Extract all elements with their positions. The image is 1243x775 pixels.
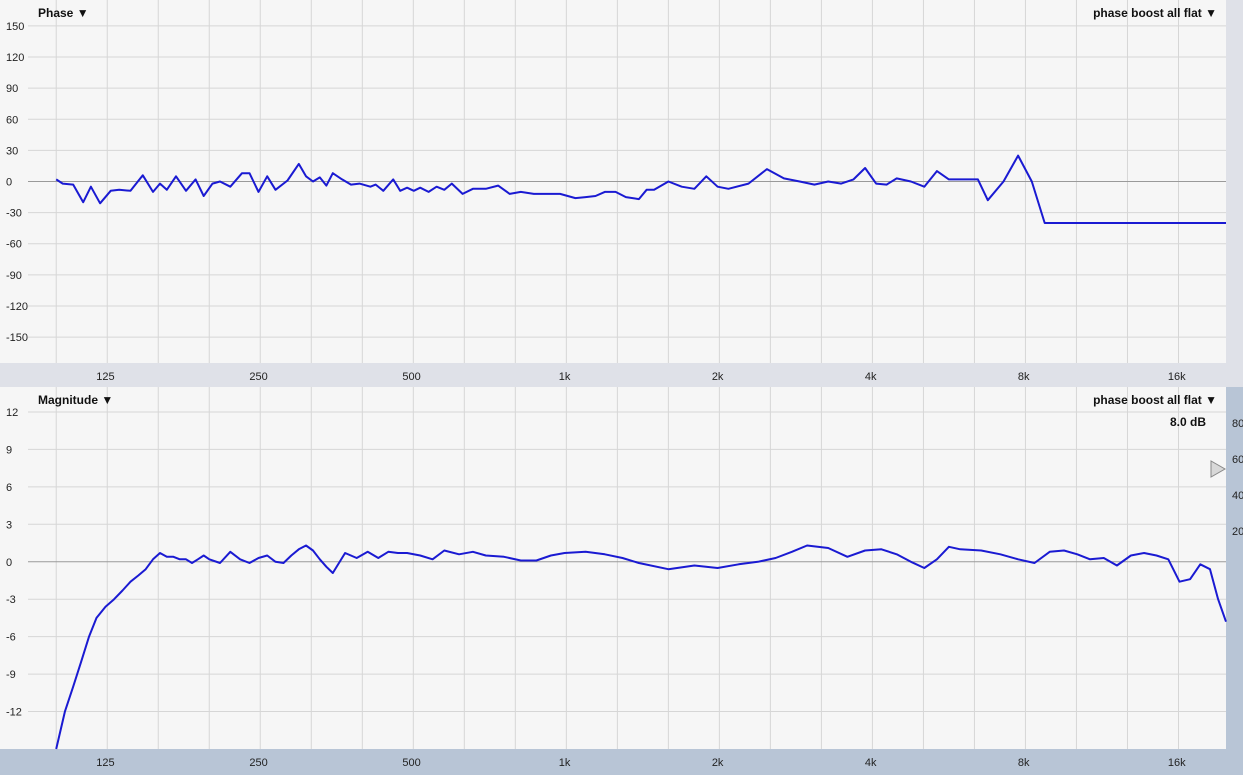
side-scale-label: 40	[1232, 490, 1243, 502]
phase-ytick-label: -150	[6, 332, 28, 344]
magnitude-xtick-label: 8k	[1018, 757, 1030, 769]
magnitude-plot-area	[28, 387, 1226, 749]
phase-ytick-label: 0	[6, 177, 12, 189]
phase-ytick-label: -30	[6, 208, 22, 220]
magnitude-ytick-label: 0	[6, 557, 12, 569]
magnitude-panel: 12 9 6 3 0 -3 -6 -9 -12 125 250 500 1k 2k 4k 8k 16k Magni…	[0, 387, 1243, 775]
magnitude-y-axis-strip	[0, 387, 28, 749]
side-scale-label: 60	[1232, 454, 1243, 466]
phase-ytick-label: 30	[6, 145, 18, 157]
magnitude-xtick-label: 125	[96, 757, 114, 769]
magnitude-xtick-label: 1k	[559, 757, 571, 769]
side-scale-label: 80	[1232, 418, 1243, 430]
magnitude-ytick-label: -6	[6, 632, 16, 644]
magnitude-ytick-label: -9	[6, 669, 16, 681]
phase-ytick-label: 60	[6, 114, 18, 126]
phase-ytick-label: 120	[6, 52, 24, 64]
magnitude-preset-dropdown[interactable]: phase boost all flat ▼	[1093, 393, 1217, 407]
phase-ytick-label: 90	[6, 83, 18, 95]
phase-chart: 150 120 90 60 30 0 -30 -60 -90 -120 -150 125 250 500 1…	[0, 0, 1226, 387]
phase-xtick-label: 125	[96, 371, 114, 383]
phase-xtick-label: 1k	[559, 371, 571, 383]
magnitude-xtick-label: 16k	[1168, 757, 1186, 769]
phase-ytick-label: -120	[6, 301, 28, 313]
phase-x-axis-strip	[0, 363, 1226, 387]
side-scale-strip	[1227, 387, 1243, 749]
phase-ytick-label: -60	[6, 239, 22, 251]
phase-xtick-label: 500	[402, 371, 420, 383]
magnitude-xtick-label: 2k	[712, 757, 724, 769]
phase-ytick-label: 150	[6, 21, 24, 33]
magnitude-ytick-label: 6	[6, 482, 12, 494]
magnitude-xtick-label: 500	[402, 757, 420, 769]
magnitude-mode-dropdown[interactable]: Magnitude ▼	[38, 393, 113, 407]
magnitude-ytick-label: 12	[6, 407, 18, 419]
magnitude-xtick-label: 250	[249, 757, 267, 769]
phase-preset-dropdown[interactable]: phase boost all flat ▼	[1093, 6, 1217, 20]
magnitude-x-axis-strip	[0, 749, 1226, 775]
magnitude-ytick-label: 3	[6, 519, 12, 531]
magnitude-chart: 12 9 6 3 0 -3 -6 -9 -12 125 250 500 1k 2k 4k 8k 16k Magni…	[0, 387, 1243, 775]
phase-xtick-label: 8k	[1018, 371, 1030, 383]
side-scale-label: 20	[1232, 526, 1243, 538]
phase-xtick-label: 16k	[1168, 371, 1186, 383]
magnitude-ytick-label: -3	[6, 594, 16, 606]
magnitude-xtick-label: 4k	[865, 757, 877, 769]
magnitude-ytick-label: 9	[6, 444, 12, 456]
phase-xtick-label: 250	[249, 371, 267, 383]
phase-panel: 150 120 90 60 30 0 -30 -60 -90 -120 -150 125 250 500 1…	[0, 0, 1243, 387]
magnitude-ytick-label: -12	[6, 707, 22, 719]
phase-xtick-label: 4k	[865, 371, 877, 383]
gain-readout: 8.0 dB	[1170, 415, 1206, 429]
phase-mode-dropdown[interactable]: Phase ▼	[38, 6, 89, 20]
phase-ytick-label: -90	[6, 270, 22, 282]
phase-xtick-label: 2k	[712, 371, 724, 383]
